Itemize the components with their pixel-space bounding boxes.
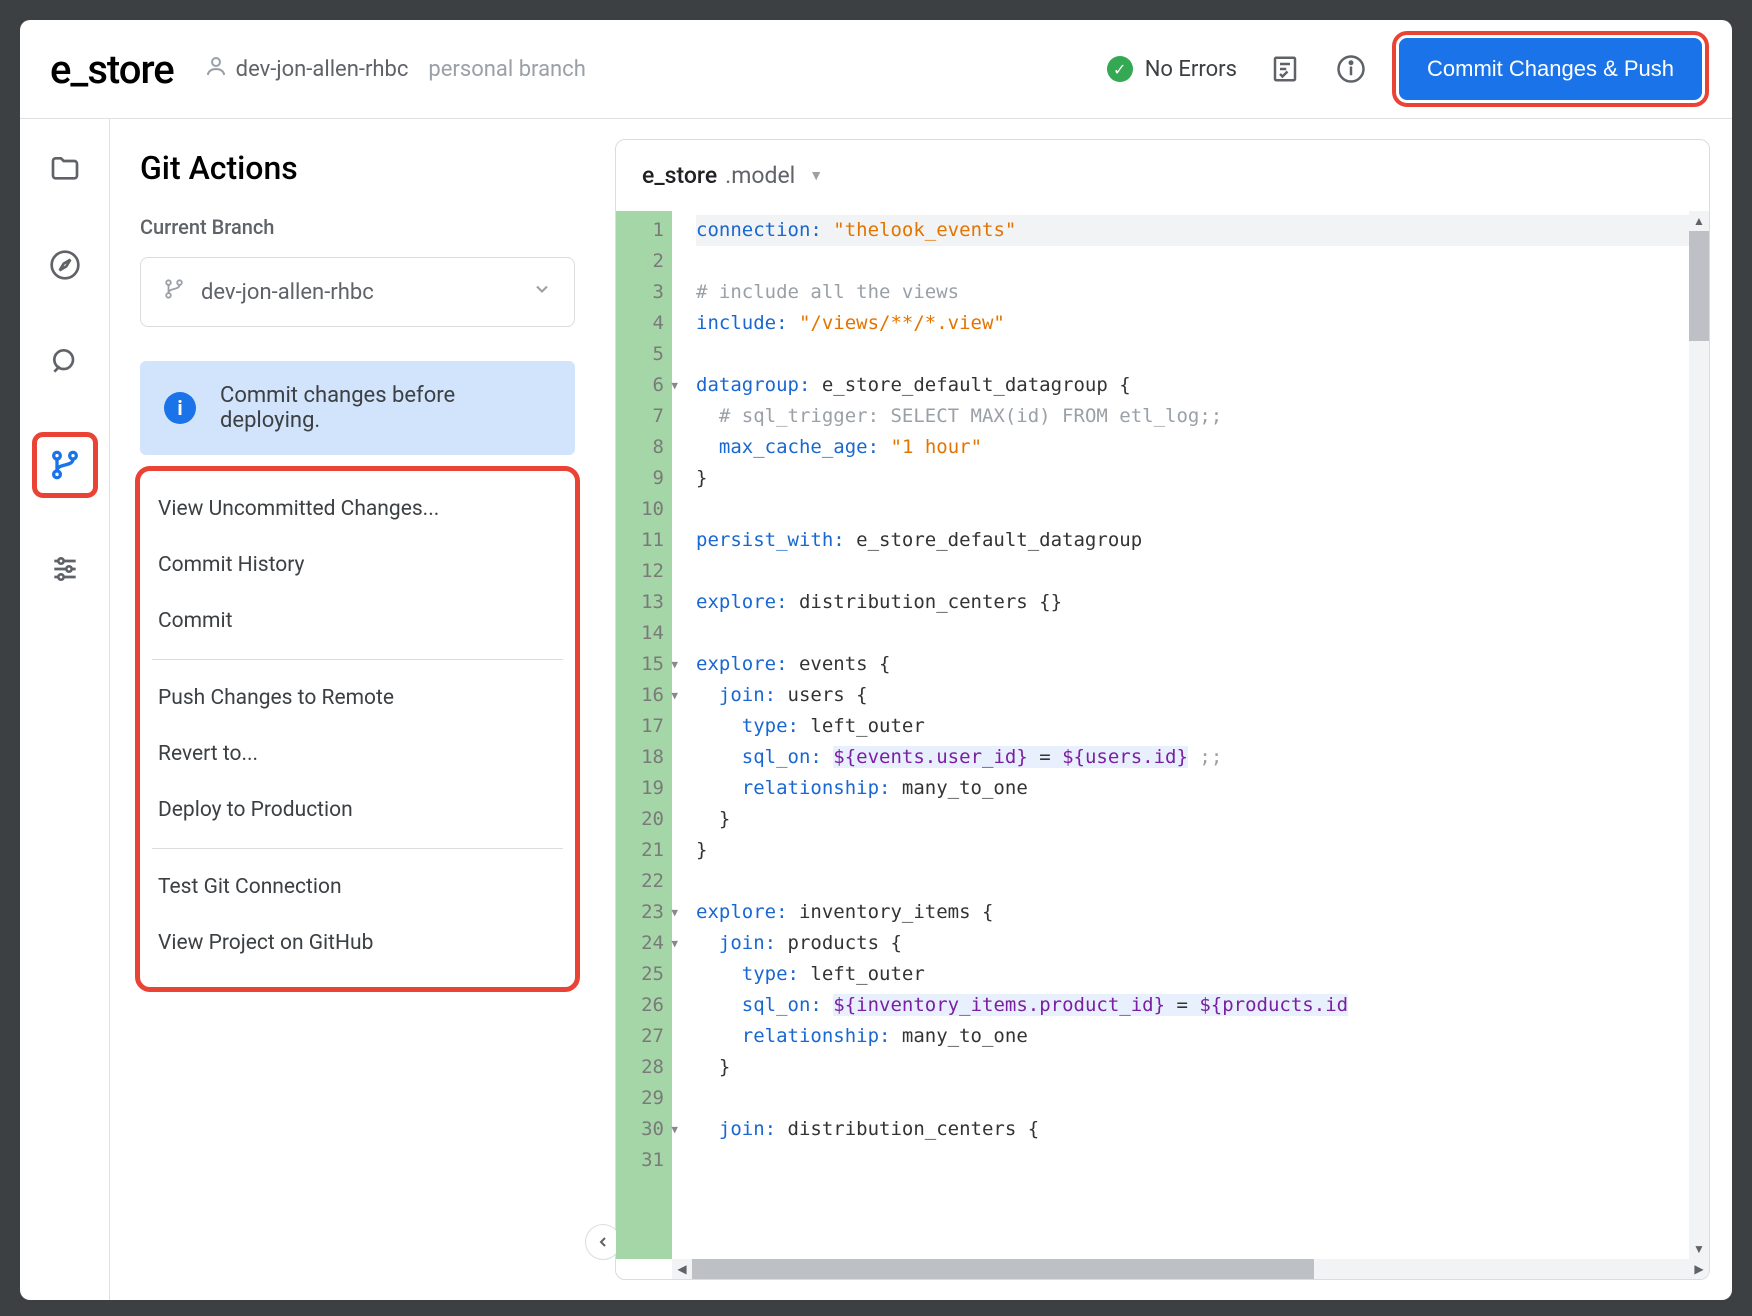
file-name-rest: .model — [725, 162, 795, 189]
info-circle-icon: i — [164, 392, 196, 424]
horizontal-scrollbar[interactable]: ◀ ▶ — [672, 1259, 1709, 1279]
document-check-icon[interactable] — [1267, 51, 1303, 87]
code-editor[interactable]: 1234567891011121314151617181920212223242… — [616, 211, 1709, 1259]
editor-card: e_store .model ▼ 123456789101112131415161… — [615, 139, 1710, 1280]
scrollbar-thumb[interactable] — [1689, 231, 1709, 341]
rail-compass-icon[interactable] — [45, 245, 85, 285]
git-action-item[interactable]: Commit History — [152, 537, 563, 593]
branch-selector[interactable]: dev-jon-allen-rhbc — [140, 257, 575, 327]
divider — [152, 659, 563, 660]
scrollbar-thumb[interactable] — [692, 1259, 1314, 1279]
caret-down-icon: ▼ — [809, 167, 823, 184]
git-action-item[interactable]: Revert to... — [152, 726, 563, 782]
rail-git-icon[interactable] — [37, 437, 93, 493]
git-action-item[interactable]: Deploy to Production — [152, 782, 563, 838]
info-banner: i Commit changes before deploying. — [140, 361, 575, 455]
person-icon — [204, 54, 228, 84]
info-icon[interactable] — [1333, 51, 1369, 87]
branch-type: personal branch — [428, 57, 585, 82]
validation-status[interactable]: ✓ No Errors — [1107, 56, 1237, 82]
editor-area: e_store .model ▼ 123456789101112131415161… — [605, 119, 1732, 1300]
body: Git Actions Current Branch dev-jon-allen… — [20, 119, 1732, 1300]
branch-icon — [163, 278, 185, 306]
commit-push-button[interactable]: Commit Changes & Push — [1399, 38, 1702, 100]
panel-title: Git Actions — [140, 149, 575, 187]
rail-files-icon[interactable] — [45, 149, 85, 189]
git-actions-panel: Git Actions Current Branch dev-jon-allen… — [110, 119, 605, 1300]
chevron-down-icon — [532, 279, 552, 305]
git-action-item[interactable]: Push Changes to Remote — [152, 670, 563, 726]
app-window: e_store dev-jon-allen-rhbc personal bran… — [20, 20, 1732, 1300]
divider — [152, 848, 563, 849]
banner-text: Commit changes before deploying. — [220, 383, 551, 433]
git-action-item[interactable]: View Uncommitted Changes... — [152, 481, 563, 537]
branch-name: dev-jon-allen-rhbc — [236, 57, 409, 82]
branch-info[interactable]: dev-jon-allen-rhbc personal branch — [204, 54, 586, 84]
file-tab[interactable]: e_store .model ▼ — [616, 140, 1709, 211]
status-text: No Errors — [1145, 57, 1237, 82]
nav-rail — [20, 119, 110, 1300]
header: e_store dev-jon-allen-rhbc personal bran… — [20, 20, 1732, 119]
check-circle-icon: ✓ — [1107, 56, 1133, 82]
current-branch-label: Current Branch — [140, 215, 575, 239]
rail-search-icon[interactable] — [45, 341, 85, 381]
vertical-scrollbar[interactable]: ▲ ▼ — [1689, 211, 1709, 1259]
line-gutter: 1234567891011121314151617181920212223242… — [616, 211, 672, 1259]
file-name-strong: e_store — [642, 162, 717, 189]
logo: e_store — [50, 46, 174, 93]
git-actions-list: View Uncommitted Changes...Commit Histor… — [140, 471, 575, 987]
git-action-item[interactable]: Commit — [152, 593, 563, 649]
git-action-item[interactable]: Test Git Connection — [152, 859, 563, 915]
rail-settings-icon[interactable] — [45, 549, 85, 589]
branch-selector-value: dev-jon-allen-rhbc — [201, 280, 374, 305]
git-action-item[interactable]: View Project on GitHub — [152, 915, 563, 971]
code-content[interactable]: connection: "thelook_events" # include a… — [672, 211, 1689, 1259]
